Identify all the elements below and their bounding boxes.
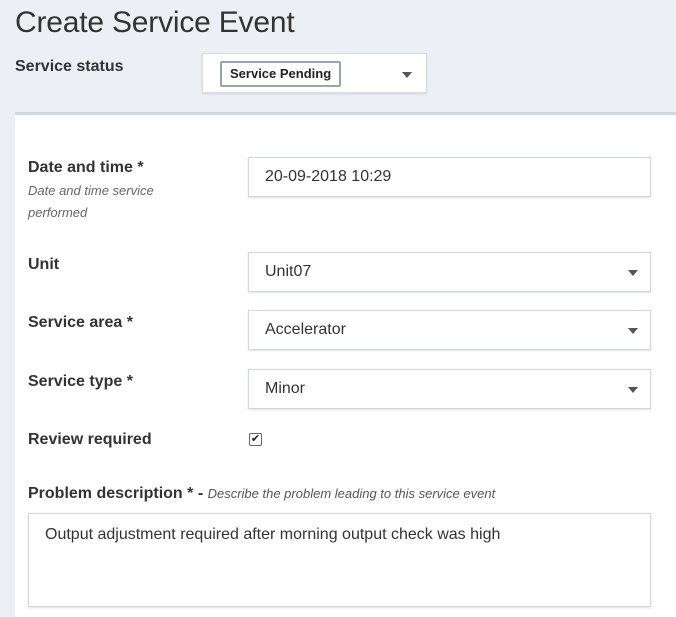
chevron-down-icon <box>402 72 412 78</box>
chevron-down-icon <box>628 387 638 393</box>
service-area-label: Service area * <box>28 314 133 331</box>
datetime-help: Date and time service performed <box>28 183 154 220</box>
problem-description-label: Problem description * <box>28 485 194 502</box>
service-type-select[interactable]: Minor <box>248 369 651 409</box>
datetime-label: Date and time * <box>28 159 144 176</box>
service-status-label: Service status <box>15 58 124 75</box>
review-required-label: Review required <box>28 431 152 448</box>
review-required-checkbox[interactable]: ✔ <box>249 433 262 446</box>
page-title: Create Service Event <box>15 6 295 39</box>
service-status-value: Service Pending <box>220 61 342 87</box>
problem-description-textarea[interactable]: Output adjustment required after morning… <box>28 513 651 607</box>
problem-description-hint: Describe the problem leading to this ser… <box>207 486 496 501</box>
unit-label: Unit <box>28 256 60 273</box>
chevron-down-icon <box>628 270 638 276</box>
unit-value: Unit07 <box>265 263 312 280</box>
problem-description-heading: Problem description * - Describe the pro… <box>28 485 495 503</box>
problem-description-separator: - <box>193 485 208 502</box>
chevron-down-icon <box>628 328 638 334</box>
datetime-input[interactable]: 20-09-2018 10:29 <box>248 157 651 197</box>
service-status-select[interactable]: Service Pending <box>202 53 427 93</box>
service-area-select[interactable]: Accelerator <box>248 310 651 350</box>
service-type-value: Minor <box>265 380 306 397</box>
service-area-value: Accelerator <box>265 321 346 338</box>
checkmark-icon: ✔ <box>250 433 261 445</box>
service-event-form: Date and time * Date and time service pe… <box>15 112 676 617</box>
unit-select[interactable]: Unit07 <box>248 252 651 292</box>
service-type-label: Service type * <box>28 373 133 390</box>
